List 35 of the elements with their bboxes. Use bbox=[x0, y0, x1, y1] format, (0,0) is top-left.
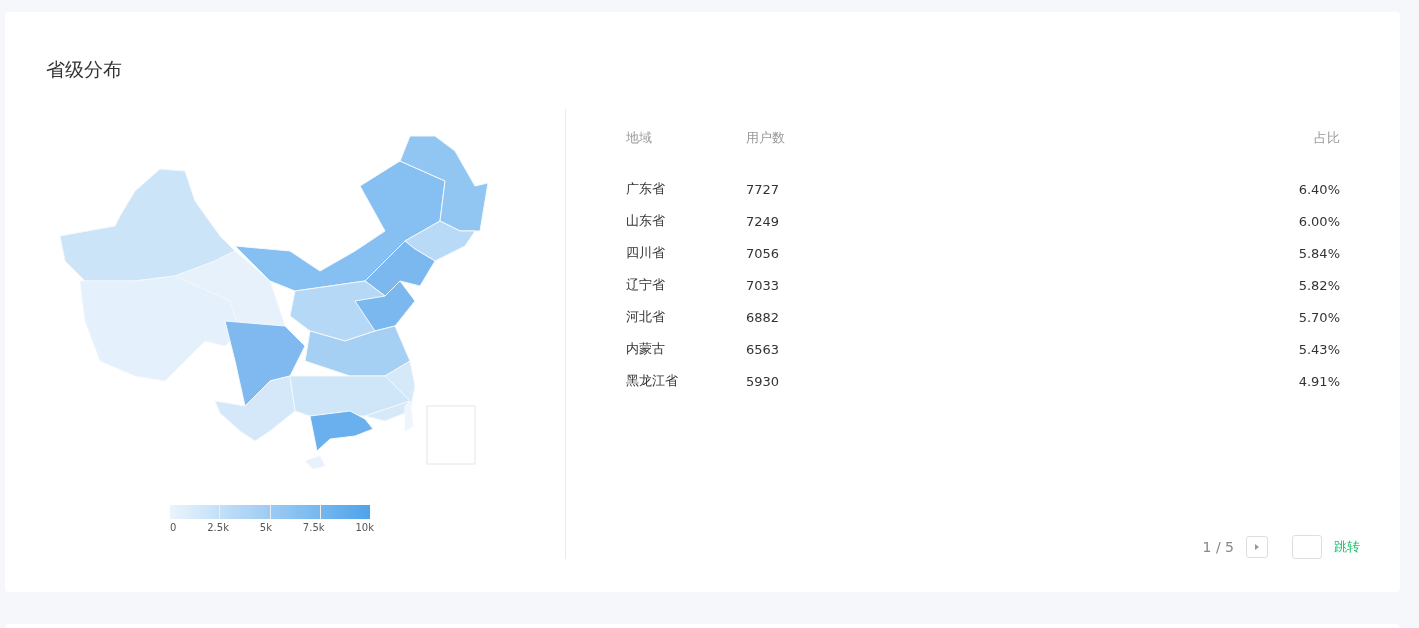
table-cell-text: 7249 bbox=[746, 212, 781, 231]
table-cell-text: 6882 bbox=[746, 308, 781, 327]
column-header: 地域 bbox=[626, 129, 746, 173]
legend-label: 7.5k bbox=[302, 522, 325, 533]
table-cell-text: 6563 bbox=[746, 340, 781, 359]
table-cell-text: 6.40% bbox=[1297, 180, 1340, 199]
legend-label: 10k bbox=[355, 522, 374, 533]
table-cell-text: 7033 bbox=[746, 276, 781, 295]
legend-label: 0 bbox=[170, 522, 177, 533]
next-page-button[interactable] bbox=[1246, 536, 1268, 558]
table-cell-text: 7727 bbox=[746, 180, 781, 199]
card-title: 省级分布 bbox=[46, 60, 122, 79]
table-cell-text: 5.43% bbox=[1297, 340, 1340, 359]
table-cell-text: 5.82% bbox=[1297, 276, 1340, 295]
table-cell-text: 4.91% bbox=[1297, 372, 1340, 391]
table-cell-text: 山东省 bbox=[626, 212, 666, 230]
table-cell: 内蒙古 bbox=[626, 333, 746, 365]
column-header: 用户数 bbox=[746, 129, 786, 147]
table-cell-text: 5.84% bbox=[1297, 244, 1340, 263]
jump-link[interactable]: 跳转 bbox=[1334, 538, 1360, 556]
legend-label: 5k bbox=[259, 522, 272, 533]
page-input-field[interactable] bbox=[1292, 535, 1322, 559]
table-cell-text: 7056 bbox=[746, 244, 781, 263]
table-cell: 河北省 bbox=[626, 301, 746, 333]
table-cell-text: 黑龙江省 bbox=[626, 372, 679, 390]
table-cell-text: 辽宁省 bbox=[626, 276, 666, 294]
legend-label: 2.5k bbox=[207, 522, 229, 533]
table-cell-text: 5.70% bbox=[1297, 308, 1340, 327]
table-cell-text: 广东省 bbox=[626, 180, 666, 198]
page-indicator: 1 / 5 bbox=[1202, 539, 1234, 555]
table-cell-text: 5930 bbox=[746, 372, 781, 391]
column-header: 占比 bbox=[1313, 129, 1340, 147]
caret-icon bbox=[1255, 544, 1259, 550]
table-cell-text: 6.00% bbox=[1297, 212, 1340, 231]
table-cell-text: 四川省 bbox=[626, 244, 666, 262]
